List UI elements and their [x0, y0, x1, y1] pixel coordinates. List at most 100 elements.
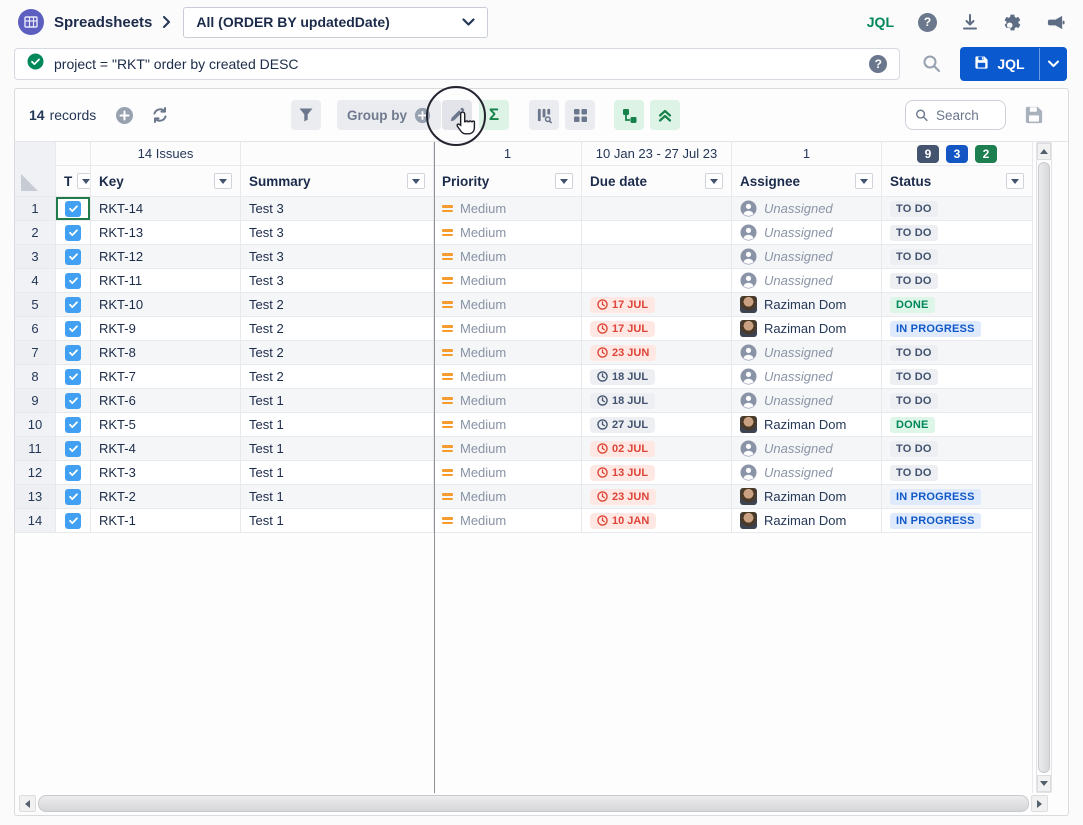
table-search-box[interactable]	[905, 100, 1006, 130]
cell-assignee[interactable]: Unassigned	[732, 245, 882, 269]
cell-priority[interactable]: Medium	[434, 461, 582, 485]
row-number-cell[interactable]: 7	[15, 341, 56, 365]
cell-due-date[interactable]: 27 JUL	[582, 413, 732, 437]
row-number-cell[interactable]: 10	[15, 413, 56, 437]
cell-key[interactable]: RKT-13	[91, 221, 241, 245]
view-dropdown[interactable]: All (ORDER BY updatedDate)	[183, 7, 488, 38]
row-number-cell[interactable]: 14	[15, 509, 56, 533]
table-search-input[interactable]	[936, 108, 996, 123]
cell-priority[interactable]: Medium	[434, 197, 582, 221]
cell-status[interactable]: TO DO	[882, 389, 1033, 413]
cell-summary[interactable]: Test 3	[241, 221, 434, 245]
row-number-cell[interactable]: 4	[15, 269, 56, 293]
row-checkbox[interactable]	[65, 297, 81, 313]
checkbox-cell[interactable]	[56, 485, 91, 509]
cell-priority[interactable]: Medium	[434, 437, 582, 461]
row-checkbox[interactable]	[65, 321, 81, 337]
jql-query-input[interactable]: project = "RKT" order by created DESC ?	[14, 48, 900, 80]
column-header-due-date[interactable]: Due date	[582, 166, 732, 197]
checkbox-cell[interactable]	[56, 509, 91, 533]
sum-sigma-button[interactable]: Σ	[479, 100, 509, 130]
priority-filter-dropdown[interactable]	[555, 173, 573, 189]
cell-summary[interactable]: Test 2	[241, 341, 434, 365]
cell-assignee[interactable]: Raziman Dom	[732, 293, 882, 317]
cell-due-date[interactable]: 18 JUL	[582, 389, 732, 413]
vertical-scrollbar[interactable]	[1036, 142, 1052, 793]
scroll-right-button[interactable]	[1031, 795, 1048, 812]
cell-summary[interactable]: Test 3	[241, 269, 434, 293]
grid-view-button[interactable]	[565, 100, 595, 130]
add-record-button[interactable]	[113, 100, 135, 130]
row-number-cell[interactable]: 8	[15, 365, 56, 389]
cell-key[interactable]: RKT-10	[91, 293, 241, 317]
frozen-columns-divider[interactable]	[434, 142, 435, 793]
columns-settings-button[interactable]	[529, 100, 559, 130]
vertical-scroll-thumb[interactable]	[1038, 162, 1050, 773]
row-number-cell[interactable]: 6	[15, 317, 56, 341]
cell-due-date[interactable]: 17 JUL	[582, 293, 732, 317]
column-header-assignee[interactable]: Assignee	[732, 166, 882, 197]
cell-priority[interactable]: Medium	[434, 509, 582, 533]
row-number-cell[interactable]: 11	[15, 437, 56, 461]
cell-priority[interactable]: Medium	[434, 341, 582, 365]
cell-priority[interactable]: Medium	[434, 221, 582, 245]
row-checkbox[interactable]	[65, 249, 81, 265]
row-number-cell[interactable]: 2	[15, 221, 56, 245]
cell-key[interactable]: RKT-12	[91, 245, 241, 269]
cell-due-date[interactable]: 23 JUN	[582, 485, 732, 509]
cell-priority[interactable]: Medium	[434, 413, 582, 437]
cell-summary[interactable]: Test 2	[241, 317, 434, 341]
cell-assignee[interactable]: Raziman Dom	[732, 413, 882, 437]
save-view-button[interactable]	[1024, 105, 1044, 130]
column-header-type[interactable]: T	[56, 166, 91, 197]
cell-assignee[interactable]: Unassigned	[732, 461, 882, 485]
cell-status[interactable]: TO DO	[882, 365, 1033, 389]
cell-status[interactable]: TO DO	[882, 197, 1033, 221]
column-header-key[interactable]: Key	[91, 166, 241, 197]
cell-priority[interactable]: Medium	[434, 485, 582, 509]
column-header-status[interactable]: Status	[882, 166, 1033, 197]
checkbox-cell[interactable]	[56, 461, 91, 485]
settings-gear-icon[interactable]	[1003, 13, 1022, 32]
checkbox-cell[interactable]	[56, 437, 91, 461]
due-date-filter-dropdown[interactable]	[705, 173, 723, 189]
checkbox-cell[interactable]	[56, 221, 91, 245]
row-checkbox[interactable]	[65, 225, 81, 241]
cell-due-date[interactable]: 23 JUN	[582, 341, 732, 365]
cell-key[interactable]: RKT-7	[91, 365, 241, 389]
cell-status[interactable]: TO DO	[882, 245, 1033, 269]
row-checkbox[interactable]	[65, 465, 81, 481]
cell-status[interactable]: DONE	[882, 293, 1033, 317]
cell-assignee[interactable]: Raziman Dom	[732, 317, 882, 341]
checkbox-cell[interactable]	[56, 413, 91, 437]
checkbox-cell[interactable]	[56, 245, 91, 269]
checkbox-cell[interactable]	[56, 389, 91, 413]
row-checkbox[interactable]	[65, 201, 81, 217]
cell-due-date[interactable]: 02 JUL	[582, 437, 732, 461]
search-icon[interactable]	[922, 54, 942, 74]
jql-button-caret[interactable]	[1040, 47, 1067, 81]
help-icon[interactable]: ?	[918, 13, 937, 32]
row-number-header[interactable]	[15, 166, 56, 197]
column-header-summary[interactable]: Summary	[241, 166, 434, 197]
summary-filter-dropdown[interactable]	[407, 173, 425, 189]
refresh-button[interactable]	[148, 100, 172, 130]
checkbox-cell[interactable]	[56, 365, 91, 389]
cell-status[interactable]: IN PROGRESS	[882, 509, 1033, 533]
row-number-cell[interactable]: 13	[15, 485, 56, 509]
filter-button[interactable]	[291, 100, 321, 130]
corner-cell[interactable]	[15, 142, 56, 166]
cell-assignee[interactable]: Unassigned	[732, 269, 882, 293]
checkbox-cell[interactable]	[56, 341, 91, 365]
cell-due-date[interactable]: 17 JUL	[582, 317, 732, 341]
cell-assignee[interactable]: Unassigned	[732, 389, 882, 413]
cell-status[interactable]: TO DO	[882, 269, 1033, 293]
cell-status[interactable]: TO DO	[882, 221, 1033, 245]
row-number-cell[interactable]: 5	[15, 293, 56, 317]
cell-key[interactable]: RKT-11	[91, 269, 241, 293]
cell-assignee[interactable]: Unassigned	[732, 221, 882, 245]
cell-assignee[interactable]: Raziman Dom	[732, 485, 882, 509]
cell-status[interactable]: TO DO	[882, 461, 1033, 485]
cell-priority[interactable]: Medium	[434, 269, 582, 293]
download-icon[interactable]	[961, 13, 979, 31]
